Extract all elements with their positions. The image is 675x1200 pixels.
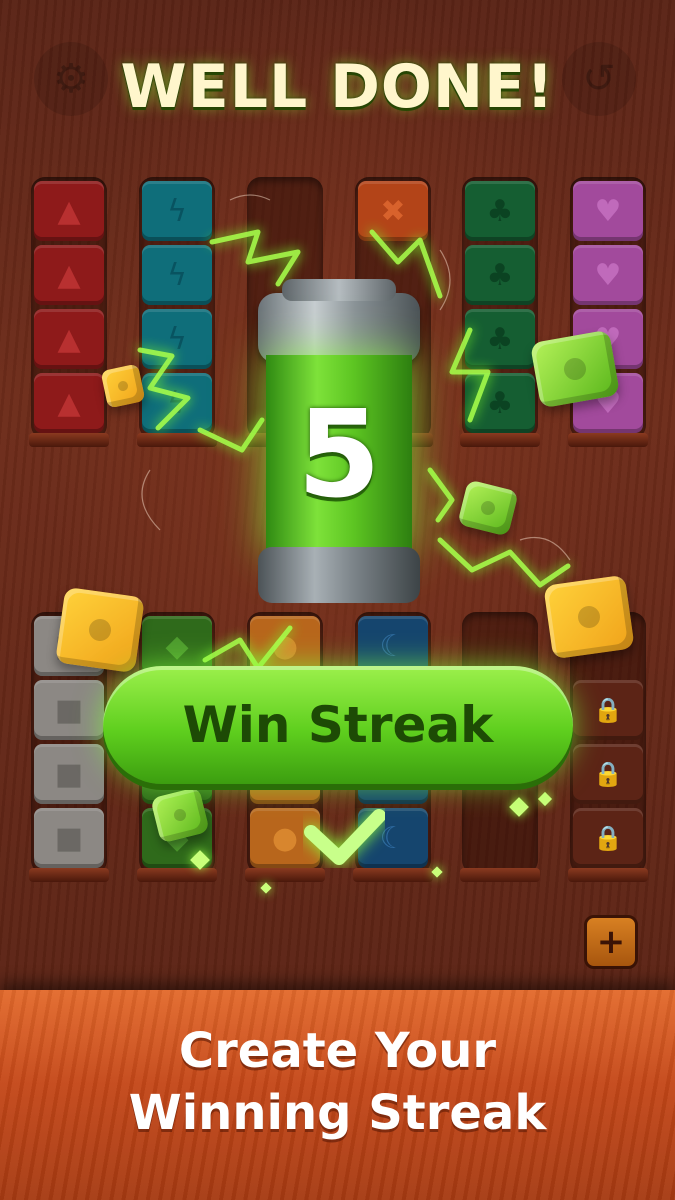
flying-cube	[100, 363, 146, 409]
flying-cube	[543, 574, 635, 660]
win-streak-button[interactable]: Win Streak	[103, 666, 573, 784]
plus-icon: +	[596, 922, 626, 962]
promo-banner: Create Your Winning Streak	[0, 990, 675, 1200]
flying-cube	[529, 329, 621, 409]
win-streak-label: Win Streak	[182, 696, 494, 754]
streak-battery: 5	[258, 279, 420, 603]
battery-bottom-cap	[258, 547, 420, 603]
battery-top-cap	[258, 279, 420, 363]
flying-cube	[55, 586, 145, 674]
streak-count: 5	[297, 385, 381, 525]
add-tube-button[interactable]: +	[584, 915, 638, 969]
game-board: ⚙ ↺ WELL DONE! ▲▲▲▲ ϟϟϟϟ ✖ ♣♣♣♣ ♥♥♥♥ ■■■…	[0, 0, 675, 990]
promo-line-2: Winning Streak	[128, 1085, 547, 1141]
promo-line-1: Create Your	[178, 1023, 497, 1079]
promo-text: Create Your Winning Streak	[0, 1020, 675, 1144]
checkmark-icon	[304, 809, 385, 865]
